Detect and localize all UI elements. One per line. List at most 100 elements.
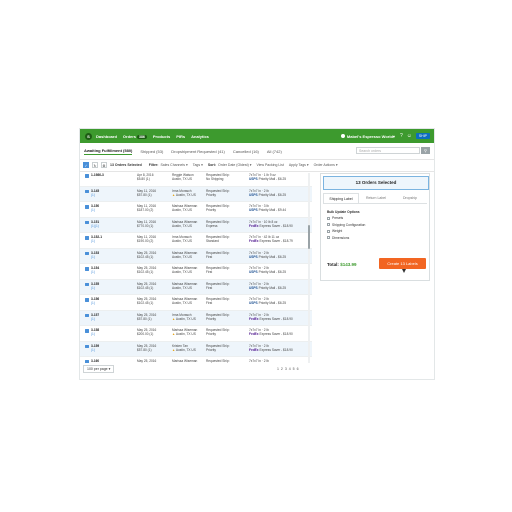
nav-dashboard[interactable]: Dashboard [96, 134, 117, 139]
help-icon[interactable]: ? [400, 133, 403, 139]
store-switcher[interactable]: Mabel's Espresso World ▾ [340, 134, 395, 139]
orders-count-badge: 386 [137, 134, 147, 139]
shipping-service[interactable]: 7x7x7 in · 2 lbFedEx Express Saver - $18… [249, 328, 293, 336]
order-row[interactable]: 3-153 (1) May 25, 2016 $102.45 (1) Marissa W… [80, 248, 312, 264]
order-number[interactable]: 3-159 (1) [91, 344, 99, 352]
order-actions-dropdown[interactable]: Order Actions ▾ [314, 163, 338, 167]
page-size-select[interactable]: 100 per page ▾ [83, 365, 115, 373]
shipping-service[interactable]: 7x7x7 in · 2 lbFedEx Express Saver - $18… [249, 344, 293, 352]
shipping-service[interactable]: 7x7x7 in · 2 lbFedEx Express Saver - $18… [249, 359, 293, 363]
shipping-service[interactable]: 7x7x7 in · 2 lb USPS Priority Mail - $6.2… [249, 282, 286, 290]
requested-shipping: Requested Ship:Priority [206, 343, 230, 352]
row-checkbox[interactable] [85, 344, 89, 348]
shipping-service[interactable]: 7x7x7 in · 2 lb USPS Priority Mail - $6.2… [249, 251, 286, 259]
row-checkbox[interactable] [85, 313, 89, 317]
order-row[interactable]: 3-158 (1) May 25, 2016 $200.00 (1) Marissa W… [80, 326, 312, 342]
tab-shipping-label[interactable]: Shipping Label [323, 193, 359, 203]
order-number[interactable]: 3-150 (1) [91, 204, 99, 212]
tab-cancelled[interactable]: Cancelled (16) [233, 149, 259, 154]
orders-list: 1-1986-3 Apr 8, 2016 $5.80 (1) Reggie Watso… [80, 171, 312, 363]
order-number[interactable]: 1-1986-3 [91, 173, 104, 177]
list-scrollbar[interactable] [308, 173, 310, 363]
user-icon[interactable]: ☺ [407, 133, 412, 139]
search-input[interactable]: Search orders [356, 147, 420, 154]
tab-dropship[interactable]: Dropship [393, 193, 427, 203]
order-row[interactable]: 1-1986-3 Apr 8, 2016 $5.80 (1) Reggie Watso… [80, 171, 312, 187]
shipping-service[interactable]: 7x7x7 in · 2 lb USPS Priority Mail - $6.2… [249, 266, 286, 274]
nav-pirs[interactable]: PIRs [176, 134, 185, 139]
requested-shipping: Requested Ship: Standard [206, 235, 230, 243]
refresh-icon[interactable]: ↻ [92, 162, 98, 168]
checkbox[interactable] [327, 223, 330, 226]
shipping-service[interactable]: 7x7x7 in · 42 lb 11 oz FedEx Express Save… [249, 235, 293, 243]
pagination[interactable]: 1 2 3 4 5 6 [277, 367, 299, 371]
shipping-service[interactable]: 7x7x7 in · 3 lb USPS Priority Mail - $9.4… [249, 204, 286, 212]
order-row[interactable]: 3-145 (1) May 11, 2016 $57.80 (1) Irma Moras… [80, 186, 312, 202]
order-number[interactable]: 3-152-1 (1) [91, 235, 102, 243]
order-number[interactable]: 3-145 (1) [91, 189, 99, 197]
checkbox[interactable] [327, 236, 330, 239]
order-number[interactable]: 3-157 (1) [91, 313, 99, 321]
order-row[interactable]: 3-152-1 (1) May 11, 2016 $190.00 (2) Irma Mo… [80, 233, 312, 249]
select-all-checkbox[interactable]: ✓ [83, 162, 89, 168]
order-number[interactable]: 3-156 (1) [91, 297, 99, 305]
row-checkbox[interactable] [85, 236, 89, 240]
list-scrollbar-thumb[interactable] [308, 225, 310, 249]
shipping-service[interactable]: 7x7x7 in · 2 lbFedEx Express Saver - $18… [249, 313, 293, 321]
order-row[interactable]: 3-151 (1)(1) May 11, 2016 $770.00 (1) Mariss… [80, 217, 312, 233]
search-icon[interactable]: ⚲ [421, 147, 430, 154]
option-presets[interactable]: Presets [327, 216, 365, 220]
row-checkbox[interactable] [85, 205, 89, 209]
row-checkbox[interactable] [85, 189, 89, 193]
order-row[interactable]: 3-160(1) May 25, 2016$200.00 (1) Marissa W… [80, 357, 312, 363]
create-labels-button[interactable]: Create 13 Labels [379, 258, 426, 269]
tab-awaiting-fulfillment[interactable]: Awaiting Fulfillment (580) [84, 148, 133, 155]
apply-tags-dropdown[interactable]: Apply Tags ▾ [289, 163, 309, 167]
sales-channels-dropdown[interactable]: Sales Channels ▾ [160, 163, 187, 167]
order-row[interactable]: 3-159 (1) May 25, 2016 $57.80 (1) Kristen Ta… [80, 341, 312, 357]
order-number[interactable]: 3-160(1) [91, 359, 99, 363]
option-weight[interactable]: Weight [327, 229, 365, 233]
order-number[interactable]: 3-158 (1) [91, 328, 99, 336]
tab-shipped[interactable]: Shipped (53) [140, 149, 163, 154]
order-row[interactable]: 3-154 (1) May 25, 2016 $102.45 (1) Marissa W… [80, 264, 312, 280]
settings-icon[interactable]: ⚙ [101, 162, 107, 168]
shipping-service[interactable]: 7x7x7 in · 10 lb 8 oz FedEx Express Saver… [249, 220, 293, 228]
order-number[interactable]: 3-154 (1) [91, 266, 99, 274]
order-row[interactable]: 3-155 (1) May 25, 2016 $102.45 (1) Marissa W… [80, 279, 312, 295]
carrier-logo-icon: USPS [249, 192, 258, 197]
order-row[interactable]: 3-157 (1) May 25, 2016 $57.80 (1) Irma Moras… [80, 310, 312, 326]
row-checkbox[interactable] [85, 298, 89, 302]
shipping-service[interactable]: 7x7x7 in · 2 lb USPS Priority Mail - $6.2… [249, 189, 286, 197]
customer: Marissa Wiseman ▲ Austin, TX US [172, 328, 198, 336]
view-packing-list-link[interactable]: View Packing List [256, 163, 283, 167]
row-checkbox[interactable] [85, 360, 89, 363]
order-number[interactable]: 3-155 (1) [91, 282, 99, 290]
shipping-service[interactable]: 7x7x7 in · 2 lb USPS Priority Mail - $6.2… [249, 297, 286, 305]
checkbox[interactable] [327, 216, 330, 220]
order-row[interactable]: 3-150 (1) May 11, 2016 $187.00 (2) Marissa W… [80, 202, 312, 218]
ship-button[interactable]: SHIP [415, 133, 430, 139]
row-checkbox[interactable] [85, 174, 89, 178]
option-dimensions[interactable]: Dimensions [327, 236, 365, 240]
nav-products[interactable]: Products [153, 134, 170, 139]
order-row[interactable]: 3-156 (1) May 25, 2016 $102.45 (1) Marissa W… [80, 295, 312, 311]
sort-dropdown[interactable]: Order Date (Oldest) ▾ [218, 163, 251, 167]
shipping-service[interactable]: 7x7x7 in · 1 lb 9 oz USPS Priority Mail -… [249, 173, 286, 181]
tab-return-label[interactable]: Return Label [359, 193, 393, 203]
store-logo[interactable]: S [85, 132, 92, 140]
order-number[interactable]: 3-153 (1) [91, 251, 99, 259]
checkbox[interactable] [327, 229, 330, 233]
row-checkbox[interactable] [85, 329, 89, 333]
option-shipping-configuration[interactable]: Shipping Configuration [327, 223, 365, 227]
tags-dropdown[interactable]: Tags ▾ [193, 163, 203, 167]
order-number[interactable]: 3-151 (1)(1) [91, 220, 99, 228]
row-checkbox[interactable] [85, 220, 89, 224]
row-checkbox[interactable] [85, 282, 89, 286]
nav-analytics[interactable]: Analytics [191, 134, 209, 139]
row-checkbox[interactable] [85, 251, 89, 255]
row-checkbox[interactable] [85, 267, 89, 271]
tab-dropshipment-requested[interactable]: Dropshipment Requested (41) [171, 149, 225, 154]
tab-all[interactable]: All (742) [267, 149, 282, 154]
nav-orders[interactable]: Orders 386 [123, 134, 147, 139]
